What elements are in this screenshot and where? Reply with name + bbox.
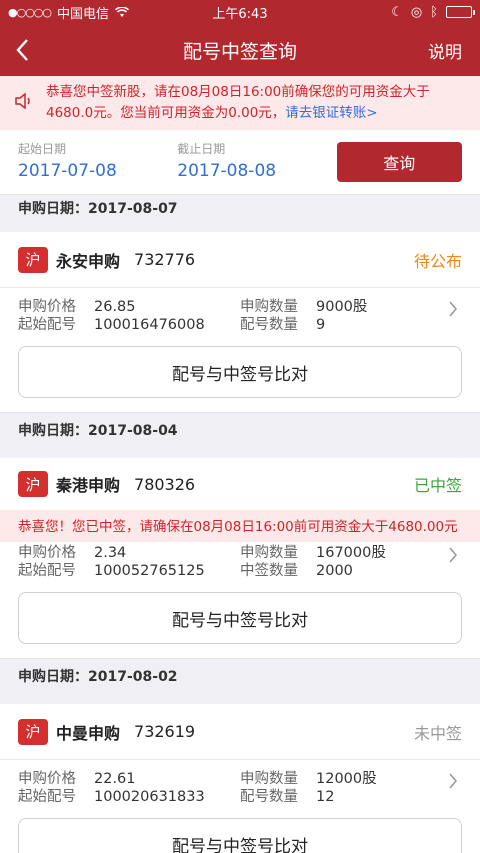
stock-name: 永安申购 [56,251,121,271]
date-filter: 起始日期 2017-07-08 截止日期 2017-08-08 查询 [0,130,480,194]
qty-value: 167000股 [316,545,386,561]
subscription-card: 沪 中曼申购 732619 未中签 申购价格 22.61 申购数量 12000股… [0,704,480,853]
carrier-label: 中国电信 [57,6,110,22]
price-label: 申购价格 [18,299,76,315]
subscription-card: 沪 秦港申购 780326 已中签 恭喜您！您已中签，请确保在08月08日16:… [0,458,480,658]
price-label: 申购价格 [18,771,76,787]
start-date-field[interactable]: 起始日期 2017-07-08 [18,141,177,183]
signal-icon: ●○○○○ [8,5,52,19]
market-badge: 沪 [18,471,48,497]
stock-name: 秦港申购 [56,476,121,495]
moon-icon: ☾ [391,4,403,20]
query-button[interactable]: 查询 [336,142,462,182]
status-bar: ●○○○○ 中国电信 上午6:43 ☾ ◎ ᛒ [0,0,480,24]
start-no-label: 起始配号 [18,789,76,805]
market-badge: 沪 [18,718,48,745]
explain-button[interactable]: 说明 [428,38,462,63]
card-header: 沪 秦港申购 780326 已中签 [0,458,480,510]
group-date-header: 申购日期：2017-08-07 [0,194,480,220]
chevron-right-icon[interactable] [448,546,458,564]
price-value: 2.34 [94,545,127,561]
speaker-icon [14,82,40,124]
end-date-value[interactable]: 2017-08-08 [177,159,336,183]
win-notice: 恭喜您！您已中签，请确保在08月08日16:00前可用资金大于4680.00元 [0,510,480,542]
card-details[interactable]: 申购价格 2.34 申购数量 167000股 起始配号 100052765125… [0,542,480,580]
market-badge: 沪 [18,246,48,273]
card-details[interactable]: 申购价格 26.85 申购数量 9000股 起始配号 100016476008 … [0,288,480,334]
wifi-icon [115,6,130,17]
group-date-header: 申购日期：2017-08-04 [0,412,480,446]
stock-code: 780326 [134,474,196,494]
compare-button[interactable]: 配号与中签号比对 [18,346,462,398]
qty-label: 申购数量 [240,771,298,787]
bluetooth-icon: ᛒ [430,4,438,20]
count-value: 12 [316,789,335,805]
lock-rotation-icon: ◎ [410,4,423,20]
stock-code: 732776 [134,250,196,269]
qty-label: 申购数量 [240,545,298,561]
card-header: 沪 永安申购 732776 待公布 [0,232,480,288]
lottery-status: 未中签 [413,723,462,743]
chevron-right-icon[interactable] [448,300,458,318]
compare-button[interactable]: 配号与中签号比对 [18,818,462,853]
card-details[interactable]: 申购价格 22.61 申购数量 12000股 起始配号 100020631833… [0,760,480,806]
nav-bar: 配号中签查询 说明 [0,24,480,76]
start-date-value[interactable]: 2017-07-08 [18,159,177,183]
price-label: 申购价格 [18,545,76,561]
chevron-right-icon[interactable] [448,772,458,790]
back-button[interactable] [0,24,44,76]
battery-icon [446,6,475,18]
count-value: 9 [316,317,326,333]
qty-value: 12000股 [316,771,377,787]
lottery-status: 待公布 [413,251,462,271]
start-no-value: 100052765125 [94,563,205,579]
price-value: 22.61 [94,771,136,787]
start-date-label: 起始日期 [18,142,67,156]
group-date-header: 申购日期：2017-08-02 [0,658,480,692]
start-no-value: 100016476008 [94,317,205,333]
start-no-label: 起始配号 [18,563,76,579]
win-qty-label: 中签数量 [240,563,298,579]
top-notice: 恭喜您中签新股，请在08月08日16:00前确保您的可用资金大于4680.0元。… [0,76,480,130]
page-title: 配号中签查询 [182,40,297,63]
qty-label: 申购数量 [240,299,298,315]
qty-value: 9000股 [316,299,368,315]
subscription-card: 沪 永安申购 732776 待公布 申购价格 26.85 申购数量 9000股 … [0,232,480,412]
price-value: 26.85 [94,299,136,315]
start-no-value: 100020631833 [94,789,205,805]
count-label: 配号数量 [240,317,298,333]
card-header: 沪 中曼申购 732619 未中签 [0,704,480,760]
compare-button[interactable]: 配号与中签号比对 [18,592,462,644]
chevron-left-icon [16,39,28,61]
start-no-label: 起始配号 [18,317,76,333]
stock-code: 732619 [134,722,196,741]
count-label: 配号数量 [240,789,298,805]
bank-transfer-link[interactable]: 请去银证转账> [285,105,377,121]
stock-name: 中曼申购 [56,723,121,743]
lottery-status: 已中签 [413,476,462,495]
end-date-label: 截止日期 [177,142,226,156]
win-qty-value: 2000 [316,563,353,579]
end-date-field[interactable]: 截止日期 2017-08-08 [177,141,336,183]
